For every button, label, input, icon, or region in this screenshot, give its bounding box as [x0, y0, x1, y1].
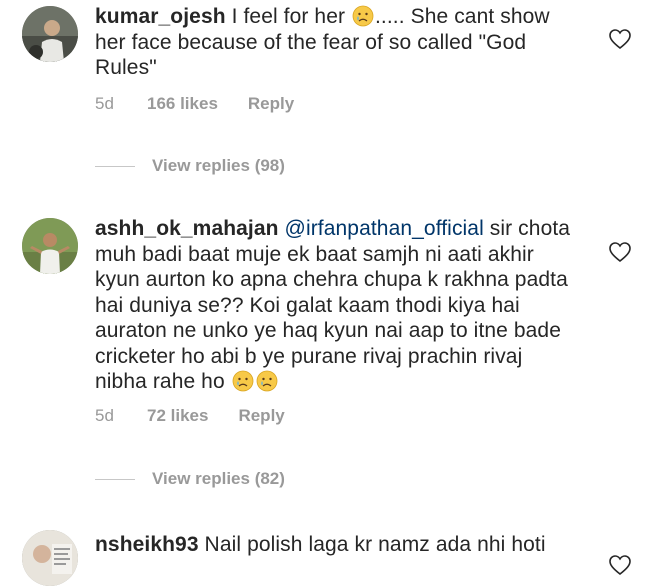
comment-username[interactable]: nsheikh93 — [95, 533, 199, 556]
crying-face-icon — [232, 370, 254, 392]
view-replies-label: View replies (98) — [152, 156, 285, 175]
avatar[interactable] — [22, 530, 78, 586]
crying-face-icon — [352, 5, 374, 27]
view-replies-label: View replies (82) — [152, 469, 285, 488]
avatar-image — [22, 6, 78, 62]
comment-username[interactable]: ashh_ok_mahajan — [95, 217, 279, 240]
comment-username[interactable]: kumar_ojesh — [95, 5, 226, 28]
reply-button[interactable]: Reply — [248, 94, 294, 114]
like-heart-icon[interactable] — [608, 28, 632, 50]
reply-button[interactable]: Reply — [238, 406, 284, 426]
comment-body: I feel for her — [225, 5, 351, 28]
like-heart-icon[interactable] — [608, 554, 632, 576]
mention-link[interactable]: @irfanpathan_official — [285, 217, 484, 240]
view-replies-button[interactable]: View replies (82) — [95, 469, 285, 489]
comment-likes[interactable]: 166 likes — [147, 94, 218, 114]
comment-timestamp: 5d — [95, 406, 114, 425]
view-replies-button[interactable]: View replies (98) — [95, 156, 285, 176]
comment-text: nsheikh93 Nail polish laga kr namz ada n… — [95, 532, 575, 558]
crying-face-icon — [256, 370, 278, 392]
comment-body: Nail polish laga kr namz ada nhi hoti — [198, 533, 546, 556]
avatar[interactable] — [22, 6, 78, 62]
avatar[interactable] — [22, 218, 78, 274]
divider-line — [95, 165, 135, 167]
comment-body: sir chota muh badi baat muje ek baat sam… — [95, 217, 571, 393]
avatar-image — [22, 530, 78, 586]
comment-text: ashh_ok_mahajan @irfanpathan_official si… — [95, 216, 575, 395]
divider-line — [95, 478, 135, 480]
comment-likes[interactable]: 72 likes — [147, 406, 208, 426]
comment-meta: 5d 72 likes Reply — [95, 406, 285, 426]
comment-meta: 5d 166 likes Reply — [95, 94, 294, 114]
avatar-image — [22, 218, 78, 274]
comment-text: kumar_ojesh I feel for her ..... She can… — [95, 4, 575, 81]
comment-timestamp: 5d — [95, 94, 114, 113]
like-heart-icon[interactable] — [608, 241, 632, 263]
